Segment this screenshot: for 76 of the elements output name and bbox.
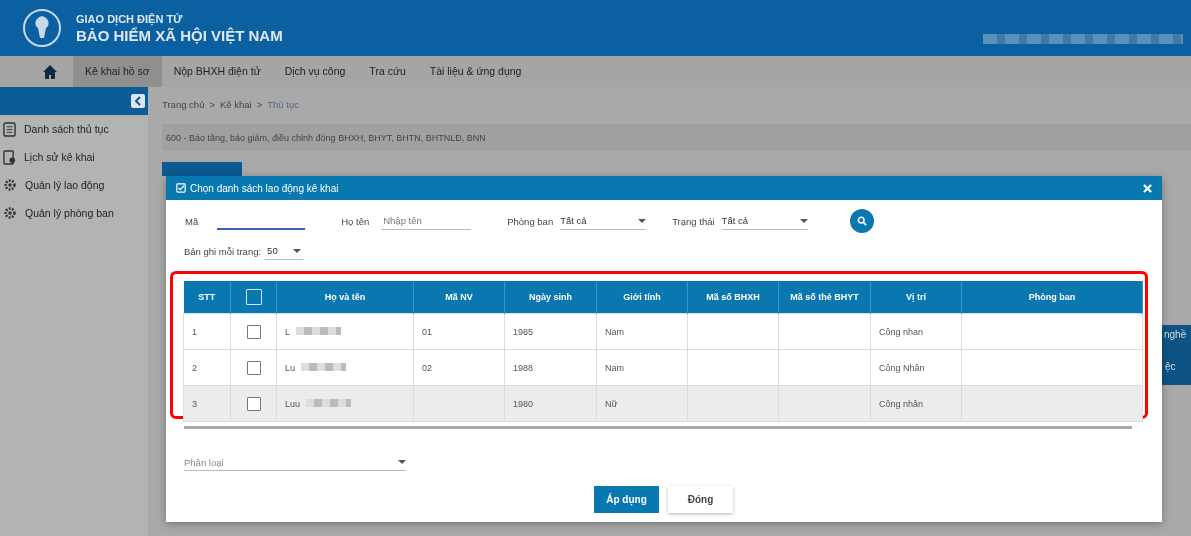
blurred-name [296,326,341,335]
table-cell: 1980 [504,385,597,422]
search-button[interactable] [849,209,874,233]
sidebar-item[interactable]: Lịch sử kê khai [24,151,95,163]
sidebar-item[interactable]: Danh sách thủ tục [24,123,109,135]
department-label: Phòng ban [507,215,554,227]
modal-title: Chọn danh sách lao động kê khai [190,182,339,194]
name-field[interactable]: Nhập tên [381,212,472,230]
collapse-icon[interactable] [131,94,145,108]
department-select[interactable]: Tất cả [560,212,647,230]
table-cell: 2 [183,349,231,386]
column-header: Họ và tên [276,281,414,314]
scrollbar[interactable] [184,426,1132,429]
nav-tab[interactable]: Tài liệu & ứng dụng [417,56,534,87]
code-label: Mã [185,215,199,227]
per-page-select[interactable]: 50 [265,242,304,260]
breadcrumb-separator: > [256,99,263,110]
table-cell: Công nhân [870,385,962,422]
blurred-name [301,362,346,371]
row-checkbox[interactable] [246,396,261,411]
column-header: Mã số BHXH [687,281,779,314]
table-cell: 1 [183,313,231,350]
checkbox-icon [176,183,186,193]
row-checkbox[interactable] [246,324,261,339]
home-icon[interactable] [42,63,58,80]
per-page-label: Bản ghi mỗi trang: [184,245,262,257]
column-header: STT [183,281,231,314]
apply-button[interactable]: Áp dụng [594,486,659,513]
category-select[interactable]: Phân loại [184,454,406,471]
table-cell: 02 [413,349,505,386]
table-cell: Nữ [596,385,688,422]
table-cell: Nam [596,313,688,350]
nav-tab[interactable]: Nộp BHXH điện tử [161,56,273,87]
status-select[interactable]: Tất cả [721,212,808,230]
column-header: Ngày sinh [504,281,597,314]
table-cell: 1988 [504,349,597,386]
site-subtitle: GIAO DỊCH ĐIỆN TỬ [76,12,184,25]
breadcrumb-link[interactable]: Kê khai [220,99,252,110]
blurred-name [306,398,352,407]
list-icon [3,121,16,137]
gear-icon [3,206,17,220]
sidebar-item[interactable]: Quản lý phòng ban [25,207,114,219]
column-header: Giới tính [596,281,688,314]
table-cell: 3 [183,385,231,422]
search-icon [856,216,867,226]
close-button[interactable]: Đóng [668,486,733,513]
table-cell: 01 [413,313,505,350]
table-cell: L [276,313,414,350]
table-cell: Lu [276,349,414,386]
nav-tab[interactable]: Tra cứu [357,56,418,87]
table-cell: Công nhan [870,313,962,350]
column-header: Mã NV [413,281,505,314]
breadcrumb-separator: > [209,99,215,110]
document-icon [3,149,16,165]
status-label: Trạng thái [672,215,715,227]
sidebar-item[interactable]: Quản lý lao động [25,179,105,191]
name-label: Họ tên [341,215,370,227]
column-header: Phòng ban [961,281,1143,314]
table-cell: 1985 [504,313,597,350]
gear-icon [3,178,17,192]
site-title: BẢO HIỂM XÃ HỘI VIỆT NAM [76,26,283,44]
column-header: Mã số thẻ BHYT [778,281,871,314]
partial-text: ệc [1165,361,1176,372]
table-cell: Công Nhân [870,349,962,386]
row-checkbox[interactable] [246,360,261,375]
table-cell: Nam [596,349,688,386]
close-icon[interactable] [1143,183,1152,193]
column-header: Vị trí [870,281,962,314]
nav-tab[interactable]: Kê khai hồ sơ [73,56,162,87]
partial-text: nghề [1164,329,1187,340]
breadcrumb-link[interactable]: Trang chủ [162,99,205,110]
select-all-checkbox[interactable] [245,289,262,305]
nav-tab[interactable]: Dịch vụ công [272,56,358,87]
logo-icon [22,8,62,48]
procedure-title: 600 - Báo tăng, báo giảm, điều chỉnh đóng BHXH, BHYT, BHTN, BHTNLĐ, BNN [166,132,486,143]
table-cell: Luu [276,385,414,422]
